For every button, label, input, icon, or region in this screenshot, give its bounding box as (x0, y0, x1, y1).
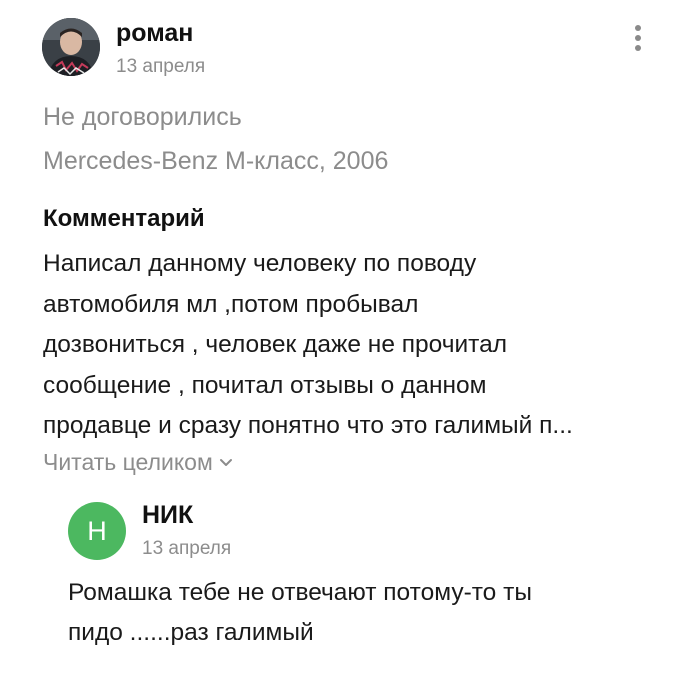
comment-heading: Комментарий (43, 205, 205, 232)
reply-line: пидо ......раз галимый (68, 619, 314, 646)
reply-date: 13 апреля (142, 538, 232, 559)
comment-line: автомобиля мл ,потом пробывал (43, 290, 419, 318)
review-card: роман 13 апреля Не договорились Mercedes… (0, 0, 700, 683)
read-more-label: Читать целиком (43, 449, 213, 475)
reply-avatar[interactable]: Н (68, 502, 126, 560)
reply-author-name[interactable]: НИК (142, 500, 193, 530)
reply-text: Ромашка тебе не отвечают потому-то ты пи… (68, 573, 668, 653)
deal-status: Не договорились (43, 103, 242, 131)
read-more-link[interactable]: Читать целиком (43, 446, 233, 478)
review-date: 13 апреля (116, 56, 206, 77)
car-model: Mercedes-Benz M-класс, 2006 (43, 147, 389, 175)
menu-dot (635, 45, 641, 51)
comment-line: сообщение , почитал отзывы о данном (43, 371, 487, 399)
comment-line: дозвониться , человек даже не прочитал (43, 331, 508, 358)
chevron-down-icon (219, 459, 232, 466)
comment-text: Написал данному человеку по поводу автом… (43, 244, 673, 447)
author-avatar[interactable] (42, 18, 100, 76)
author-name[interactable]: роман (116, 18, 193, 48)
reply-line: Ромашка тебе не отвечают потому-то ты (68, 579, 532, 606)
comment-line: Написал данному человеку по поводу (43, 250, 477, 277)
comment-line: продавце и сразу понятно что это галимый… (43, 412, 573, 439)
vertical-dots-icon[interactable] (626, 22, 650, 54)
user-photo-icon (42, 18, 100, 76)
menu-dot (635, 35, 641, 41)
menu-dot (635, 25, 641, 31)
